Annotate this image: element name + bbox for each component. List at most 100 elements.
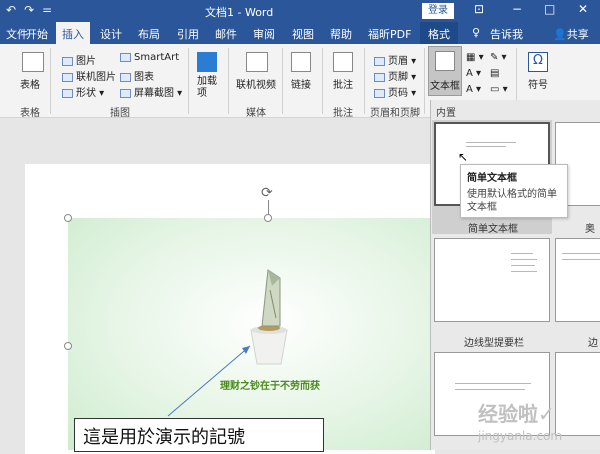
link-icon — [291, 52, 311, 72]
thumb-line — [562, 259, 600, 260]
tab-layout[interactable]: 布局 — [138, 26, 160, 42]
addins-icon — [197, 52, 217, 72]
shapes-icon — [62, 88, 73, 98]
shapes-button[interactable]: 形状 ▾ — [62, 84, 104, 99]
tell-me-search[interactable]: 告诉我 — [490, 26, 523, 42]
thumb-line — [466, 142, 516, 143]
screenshot-button[interactable]: 屏幕截图 ▾ — [120, 84, 182, 99]
gallery-item-label: 边线型提要栏 — [464, 338, 524, 349]
smartart-icon — [120, 52, 131, 62]
online-picture-icon — [62, 72, 73, 82]
tab-foxit-pdf[interactable]: 福昕PDF — [368, 26, 411, 42]
screenshot-label: 屏幕截图 — [134, 88, 174, 99]
gallery-item-sideline[interactable] — [555, 238, 600, 322]
gallery-tooltip: 简单文本框 使用默认格式的简单文本框 — [460, 164, 568, 218]
thumb-line — [511, 259, 537, 260]
tab-references[interactable]: 引用 — [177, 26, 199, 42]
resize-handle-left[interactable] — [64, 342, 72, 350]
thumb-line — [455, 389, 525, 390]
comment-button[interactable]: 批注 — [333, 76, 353, 91]
login-button[interactable]: 登录 — [422, 3, 454, 19]
group-label-header-footer: 页眉和页脚 — [370, 108, 420, 119]
group-divider — [322, 48, 323, 114]
smartart-label: SmartArt — [134, 52, 180, 63]
online-picture-button[interactable]: 联机图片 — [62, 68, 116, 83]
object-icon[interactable]: ▭ ▾ — [490, 84, 508, 95]
footer-button[interactable]: 页脚 ▾ — [374, 68, 416, 83]
quick-access-toolbar: ↶ ↷ = — [6, 3, 52, 17]
addins-button[interactable]: 加载 项 — [197, 76, 217, 100]
tooltip-title: 简单文本框 — [467, 173, 517, 184]
thumb-line — [466, 146, 506, 147]
wordart-icon[interactable]: A ▾ — [466, 68, 481, 79]
undo-icon[interactable]: ↶ — [6, 3, 16, 17]
rotation-stem — [268, 200, 269, 214]
header-button[interactable]: 页眉 ▾ — [374, 52, 416, 67]
maximize-button[interactable]: □ — [544, 2, 555, 16]
gallery-item-label: 简单文本框 — [468, 224, 518, 235]
smartart-button[interactable]: SmartArt — [120, 52, 179, 63]
comment-icon — [333, 52, 353, 72]
shapes-label: 形状 — [76, 88, 96, 99]
tab-help[interactable]: 帮助 — [330, 26, 352, 42]
page-number-button[interactable]: 页码 ▾ — [374, 84, 416, 99]
gallery-item-sideline-sidebar[interactable] — [434, 238, 550, 322]
site-watermark: 经验啦✓ jingyanla.com — [478, 398, 562, 443]
textbox-button[interactable]: 文本框 — [428, 46, 462, 96]
tab-view[interactable]: 视图 — [292, 26, 314, 42]
tab-mailings[interactable]: 邮件 — [215, 26, 237, 42]
window-title: 文档1 - Word — [205, 6, 274, 19]
rotate-handle-icon[interactable]: ⟳ — [261, 185, 273, 201]
quick-parts-icon[interactable]: ▦ ▾ — [466, 52, 484, 63]
minimize-button[interactable]: − — [512, 2, 522, 16]
online-picture-label: 联机图片 — [76, 72, 116, 83]
resize-handle-top-left[interactable] — [64, 214, 72, 222]
customize-qat-button[interactable]: = — [42, 3, 52, 17]
group-label-media: 媒体 — [246, 108, 266, 119]
tab-design[interactable]: 设计 — [100, 26, 122, 42]
omega-icon: Ω — [528, 52, 548, 72]
tab-file[interactable]: 文件 — [6, 26, 28, 42]
inserted-picture[interactable] — [68, 218, 430, 450]
header-icon — [374, 56, 385, 66]
share-label: 共享 — [566, 28, 589, 41]
links-button[interactable]: 链接 — [291, 76, 311, 91]
picture-button[interactable]: 图片 — [62, 52, 96, 67]
group-divider — [424, 48, 425, 114]
thumb-line — [511, 265, 535, 266]
screenshot-icon — [120, 88, 131, 98]
online-video-icon — [246, 52, 268, 72]
ribbon-tab-bar: 文件 开始 插入 设计 布局 引用 邮件 审阅 视图 帮助 福昕PDF 格式 ♀… — [0, 22, 600, 44]
watermark-logo-text: 经验啦✓ — [478, 402, 555, 426]
page-number-label: 页码 — [388, 88, 408, 99]
thumb-line — [511, 253, 533, 254]
dropcap-icon[interactable]: A ▾ — [466, 84, 481, 95]
callout-text-box[interactable]: 這是用於演示的記號 — [74, 418, 324, 452]
redo-icon[interactable]: ↷ — [24, 3, 34, 17]
ribbon-display-icon[interactable]: ⊡ — [474, 2, 484, 16]
online-video-button[interactable]: 联机视频 — [236, 76, 276, 91]
signature-line-icon[interactable]: ✎ ▾ — [490, 52, 507, 63]
title-bar: ↶ ↷ = 文档1 - Word 登录 ⊡ − □ ✕ — [0, 0, 600, 22]
footer-icon — [374, 72, 385, 82]
footer-label: 页脚 — [388, 72, 408, 83]
close-button[interactable]: ✕ — [578, 2, 588, 16]
textbox-label: 文本框 — [430, 81, 460, 92]
symbol-button[interactable]: 符号 — [528, 76, 548, 91]
tab-review[interactable]: 审阅 — [253, 26, 275, 42]
table-button[interactable]: 表格 — [20, 76, 40, 91]
mouse-pointer-icon: ↖ — [458, 150, 469, 164]
tab-format[interactable]: 格式 — [420, 22, 458, 44]
picture-slogan-text: 理财之钞在于不劳而获 — [220, 381, 320, 392]
resize-handle-top[interactable] — [264, 214, 272, 222]
picture-label: 图片 — [76, 56, 96, 67]
tab-home[interactable]: 开始 — [26, 26, 48, 42]
lightbulb-icon[interactable]: ♀ — [472, 26, 480, 39]
person-icon: 👤 — [553, 28, 567, 41]
chart-button[interactable]: 图表 — [120, 68, 154, 83]
tab-insert[interactable]: 插入 — [56, 22, 90, 44]
chart-label: 图表 — [134, 72, 154, 83]
group-divider — [188, 48, 189, 114]
share-button[interactable]: 👤共享 — [553, 26, 589, 42]
date-time-icon[interactable]: ▤ — [490, 68, 499, 79]
